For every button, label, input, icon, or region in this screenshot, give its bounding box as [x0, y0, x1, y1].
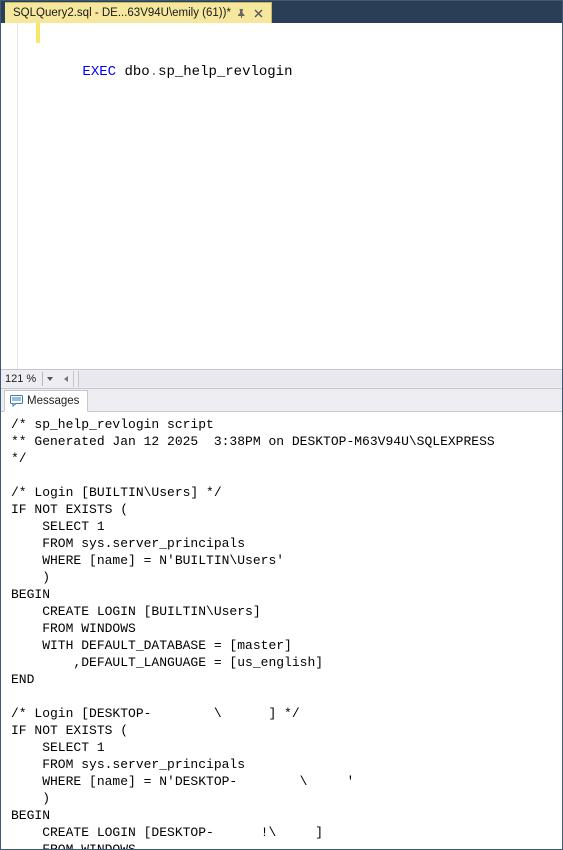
hscroll-left-icon[interactable] [59, 371, 74, 387]
document-tab[interactable]: SQLQuery2.sql - DE...63V94U\emily (61))* [5, 2, 272, 23]
zoom-dropdown-icon[interactable] [42, 372, 55, 386]
sql-editor-pane[interactable]: EXEC dbo.sp_help_revlogin [1, 23, 562, 369]
editor-content[interactable]: EXEC dbo.sp_help_revlogin [18, 23, 562, 369]
document-tab-strip: SQLQuery2.sql - DE...63V94U\emily (61))* [1, 1, 562, 23]
editor-code-line: EXEC dbo.sp_help_revlogin [82, 64, 292, 80]
change-marker [36, 23, 40, 43]
messages-output: /* sp_help_revlogin script ** Generated … [11, 416, 562, 849]
hscroll-track[interactable] [78, 371, 562, 387]
messages-icon [10, 395, 23, 407]
pin-icon[interactable] [237, 8, 247, 18]
messages-tab[interactable]: Messages [4, 390, 88, 412]
messages-pane[interactable]: /* sp_help_revlogin script ** Generated … [1, 412, 562, 849]
messages-tab-label: Messages [27, 395, 79, 407]
zoom-value[interactable]: 121 % [5, 373, 38, 385]
results-tab-strip: Messages [1, 388, 562, 412]
app-root: SQLQuery2.sql - DE...63V94U\emily (61))*… [0, 0, 563, 850]
document-tab-title: SQLQuery2.sql - DE...63V94U\emily (61))* [13, 7, 231, 19]
close-icon[interactable] [253, 7, 265, 19]
zoom-bar: 121 % [1, 369, 562, 388]
editor-gutter [1, 23, 18, 369]
